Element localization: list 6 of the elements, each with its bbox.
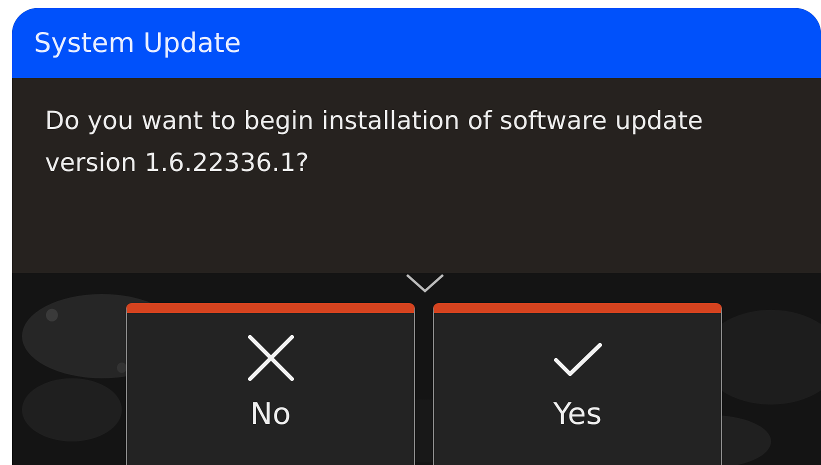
- no-button[interactable]: No: [126, 303, 415, 465]
- yes-button[interactable]: Yes: [433, 303, 722, 465]
- close-icon: [246, 333, 296, 383]
- chevron-down-icon: [405, 273, 445, 293]
- dialog-title: System Update: [34, 28, 242, 58]
- dialog-message: Do you want to begin installation of software update version 1.6.22336.1?: [45, 105, 704, 179]
